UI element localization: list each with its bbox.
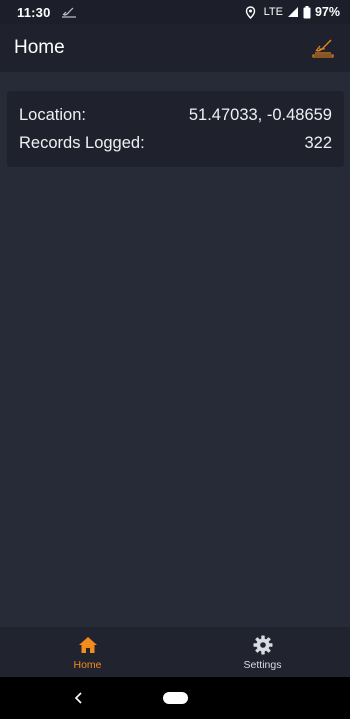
page-title: Home	[14, 37, 65, 58]
bottom-nav: Home Settings	[0, 627, 350, 677]
nav-item-home[interactable]: Home	[0, 627, 175, 677]
back-icon[interactable]	[70, 689, 88, 707]
home-icon	[78, 634, 98, 656]
signal-icon	[287, 6, 299, 18]
logging-icon[interactable]	[310, 35, 336, 61]
status-time: 11:30	[17, 4, 51, 20]
records-row: Records Logged: 322	[19, 129, 332, 157]
records-value: 322	[304, 133, 332, 152]
nav-label-settings: Settings	[243, 658, 282, 671]
app-bar: Home	[0, 24, 350, 72]
battery-percent: 97%	[314, 5, 340, 19]
nav-label-home: Home	[73, 658, 102, 671]
location-icon	[245, 5, 256, 19]
location-value: 51.47033, -0.48659	[188, 105, 332, 124]
battery-icon	[303, 5, 311, 19]
records-label: Records Logged:	[19, 133, 145, 152]
status-bar: 11:30 LTE 97%	[0, 0, 350, 24]
nav-item-settings[interactable]: Settings	[175, 627, 350, 677]
network-type: LTE	[263, 6, 283, 18]
location-label: Location:	[19, 105, 86, 124]
notification-icon	[61, 6, 77, 19]
location-row: Location: 51.47033, -0.48659	[19, 101, 332, 129]
gear-icon	[253, 634, 273, 656]
status-indicators: LTE 97%	[245, 5, 340, 19]
home-pill[interactable]	[163, 692, 188, 704]
app-screen: 11:30 LTE 97% Home Location: 51.47033, -…	[0, 0, 350, 719]
info-card: Location: 51.47033, -0.48659 Records Log…	[7, 91, 344, 167]
system-nav-bar	[0, 677, 350, 719]
